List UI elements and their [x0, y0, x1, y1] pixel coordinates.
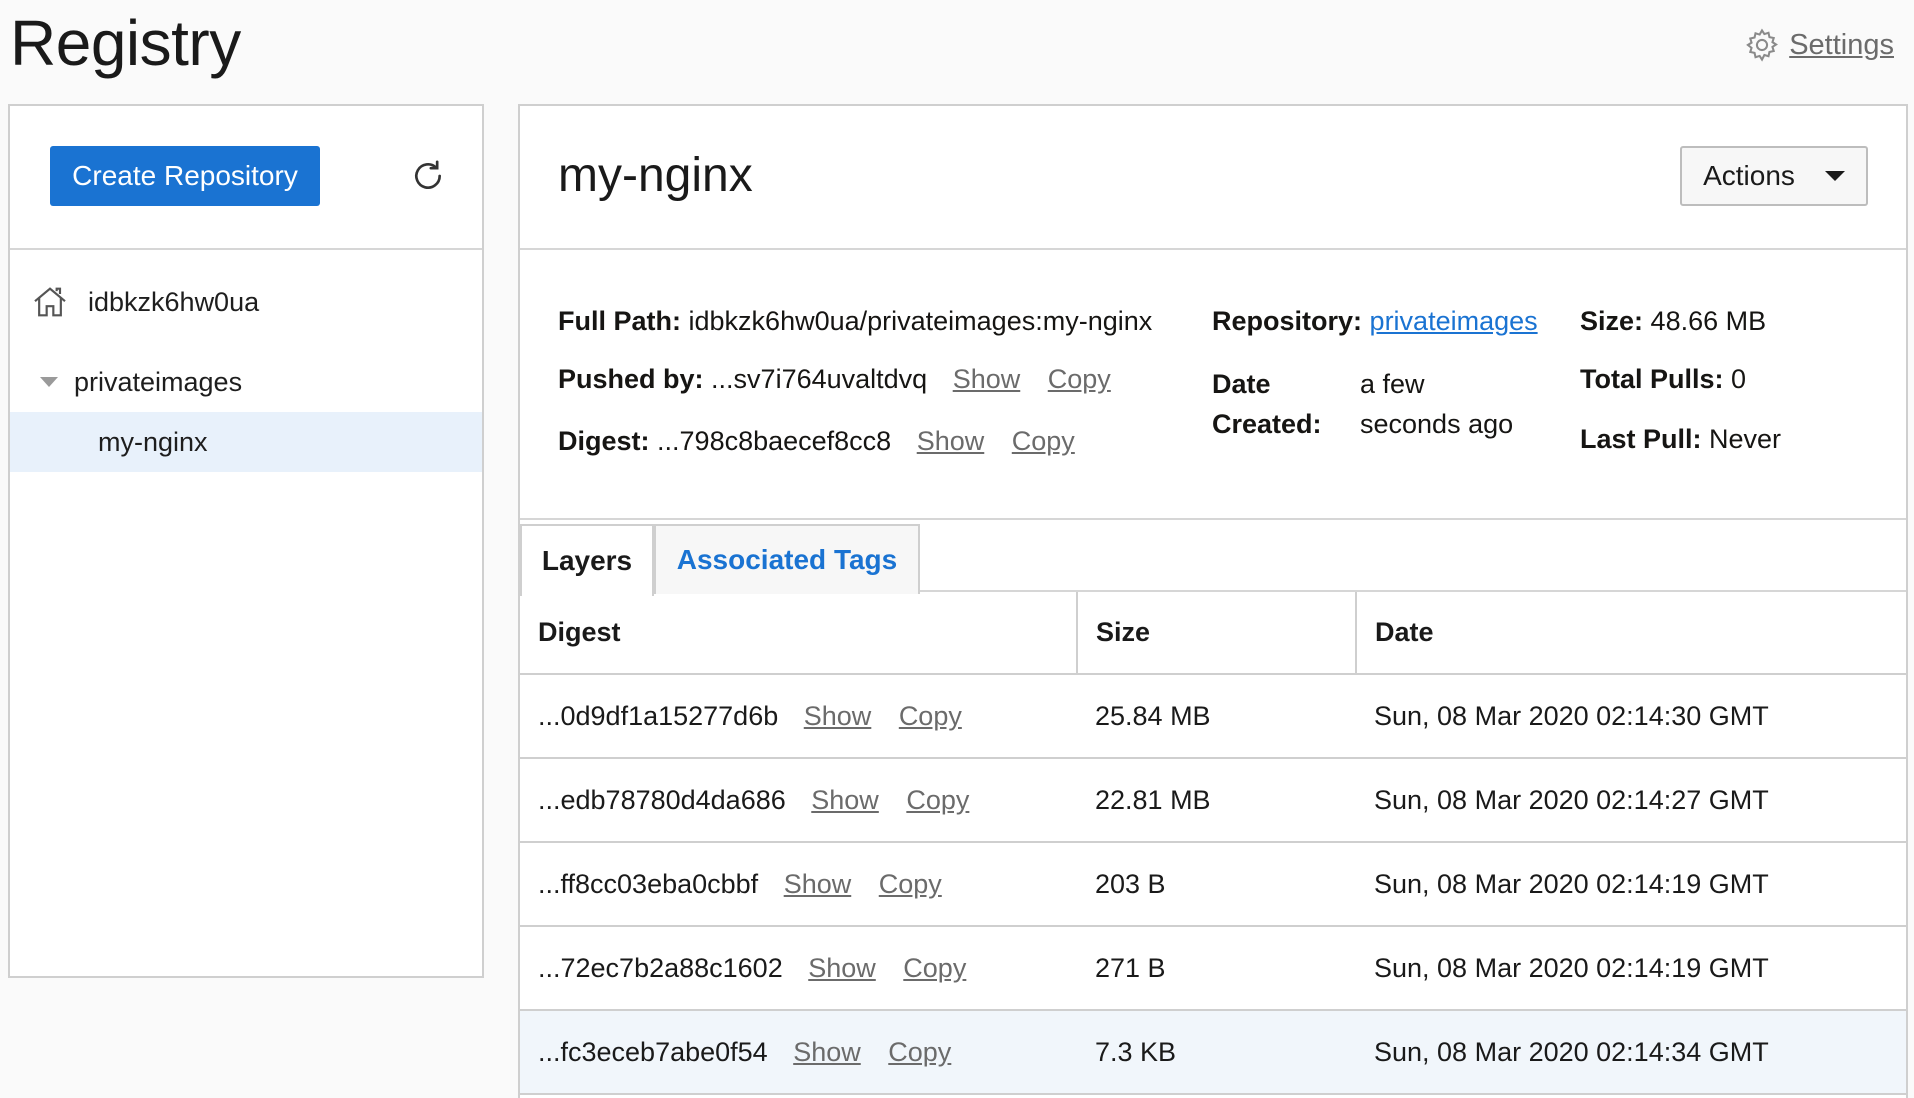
layer-copy-link[interactable]: Copy — [888, 1037, 951, 1067]
layer-show-link[interactable]: Show — [784, 869, 852, 899]
table-row: ...edb78780d4da686 Show Copy 22.81 MB Su… — [520, 758, 1906, 843]
refresh-icon[interactable] — [408, 156, 448, 196]
layer-size-cell: 7.3 KB — [1077, 1010, 1356, 1095]
table-row: ...72ec7b2a88c1602 Show Copy 271 B Sun, … — [520, 926, 1906, 1011]
layer-size-cell: 25.84 MB — [1077, 674, 1356, 759]
home-icon — [34, 287, 66, 317]
repository-link[interactable]: privateimages — [1370, 306, 1538, 336]
layer-show-link[interactable]: Show — [811, 785, 879, 815]
repository-field: Repository: privateimages — [1212, 306, 1538, 336]
tree-leaf-label: my-nginx — [98, 426, 208, 457]
digest-value: ...798c8baecef8cc8 — [657, 426, 892, 456]
total-pulls-value: 0 — [1731, 364, 1747, 394]
column-header-size[interactable]: Size — [1077, 592, 1357, 675]
digest-field: Digest: ...798c8baecef8cc8 Show Copy — [558, 426, 1075, 456]
total-pulls-field: Total Pulls: 0 — [1580, 364, 1747, 394]
tree-root-label: idbkzk6hw0ua — [88, 286, 260, 317]
create-repository-button[interactable]: Create Repository — [50, 146, 320, 206]
tree-folder-label: privateimages — [74, 366, 243, 397]
sidebar-toolbar: Create Repository — [10, 106, 482, 250]
gear-icon — [1746, 28, 1779, 62]
column-header-digest[interactable]: Digest — [520, 592, 1078, 675]
layer-size-cell: 271 B — [1077, 926, 1356, 1011]
repository-detail: my-nginx Actions Full Path: idbkzk6hw0ua… — [518, 104, 1908, 1098]
pushed-by-copy-link[interactable]: Copy — [1048, 364, 1111, 394]
layer-digest-cell: ...edb78780d4da686 Show Copy — [520, 758, 1077, 843]
last-pull-field: Last Pull: Never — [1580, 424, 1782, 454]
detail-tabs: Layers Associated Tags — [520, 520, 1906, 596]
repository-title: my-nginx — [558, 149, 753, 202]
layer-date-cell: Sun, 08 Mar 2020 02:14:34 GMT — [1356, 1010, 1906, 1095]
full-path-value: idbkzk6hw0ua/privateimages:my-nginx — [688, 306, 1153, 336]
repository-sidebar: Create Repository idbkzk6hw0ua privateim… — [8, 104, 484, 978]
table-row: ...fc3eceb7abe0f54 Show Copy 7.3 KB Sun,… — [520, 1010, 1906, 1095]
table-row: ...0d9df1a15277d6b Show Copy 25.84 MB Su… — [520, 674, 1906, 759]
settings-link[interactable]: Settings — [1743, 26, 1894, 64]
table-row: ...ff8cc03eba0cbbf Show Copy 203 B Sun, … — [520, 842, 1906, 927]
full-path-field: Full Path: idbkzk6hw0ua/privateimages:my… — [558, 306, 1153, 336]
layer-date-cell: Sun, 08 Mar 2020 02:14:30 GMT — [1356, 674, 1906, 759]
tree-item-privateimages[interactable]: privateimages — [10, 352, 482, 412]
layer-show-link[interactable]: Show — [808, 953, 876, 983]
size-field: Size: 48.66 MB — [1580, 306, 1767, 336]
layer-copy-link[interactable]: Copy — [899, 701, 962, 731]
repository-tree: idbkzk6hw0ua privateimages my-nginx — [10, 250, 482, 472]
date-created-label: Date Created: — [1212, 369, 1322, 439]
pushed-by-show-link[interactable]: Show — [953, 364, 1021, 394]
tab-layers[interactable]: Layers — [520, 524, 654, 596]
digest-copy-link[interactable]: Copy — [1012, 426, 1075, 456]
tab-associated-tags[interactable]: Associated Tags — [654, 524, 920, 594]
caret-down-icon — [1824, 171, 1845, 181]
detail-header: my-nginx Actions — [520, 106, 1906, 250]
table-header-row: Digest Size Date — [520, 592, 1906, 675]
settings-label[interactable]: Settings — [1789, 29, 1894, 62]
layer-digest-cell: ...72ec7b2a88c1602 Show Copy — [520, 926, 1077, 1011]
page-title: Registry — [10, 7, 241, 79]
caret-down-icon[interactable] — [40, 377, 58, 387]
layer-copy-link[interactable]: Copy — [906, 785, 969, 815]
repository-info: Full Path: idbkzk6hw0ua/privateimages:my… — [520, 250, 1906, 520]
actions-dropdown-button[interactable]: Actions — [1680, 146, 1868, 206]
pushed-by-value: ...sv7i764uvaltdvq — [711, 364, 928, 394]
layer-show-link[interactable]: Show — [804, 701, 872, 731]
layer-size-cell: 22.81 MB — [1077, 758, 1356, 843]
date-created-value: a few seconds ago — [1360, 369, 1514, 439]
layer-size-cell: 203 B — [1077, 842, 1356, 927]
layer-digest-cell: ...ff8cc03eba0cbbf Show Copy — [520, 842, 1077, 927]
last-pull-value: Never — [1709, 424, 1782, 454]
actions-label: Actions — [1703, 160, 1795, 191]
tree-item-compartment[interactable]: idbkzk6hw0ua — [10, 272, 482, 332]
layer-copy-link[interactable]: Copy — [903, 953, 966, 983]
size-value: 48.66 MB — [1650, 306, 1767, 336]
layer-date-cell: Sun, 08 Mar 2020 02:14:27 GMT — [1356, 758, 1906, 843]
layer-show-link[interactable]: Show — [793, 1037, 861, 1067]
tree-item-my-nginx[interactable]: my-nginx — [10, 412, 482, 472]
layers-table: Digest Size Date ...0d9df1a15277d6b Show… — [520, 592, 1906, 1095]
layer-date-cell: Sun, 08 Mar 2020 02:14:19 GMT — [1356, 842, 1906, 927]
layer-copy-link[interactable]: Copy — [879, 869, 942, 899]
layer-digest-cell: ...fc3eceb7abe0f54 Show Copy — [520, 1010, 1077, 1095]
pushed-by-field: Pushed by: ...sv7i764uvaltdvq Show Copy — [558, 364, 1111, 394]
column-header-date[interactable]: Date — [1356, 592, 1906, 675]
digest-show-link[interactable]: Show — [917, 426, 985, 456]
layer-date-cell: Sun, 08 Mar 2020 02:14:19 GMT — [1356, 926, 1906, 1011]
layer-digest-cell: ...0d9df1a15277d6b Show Copy — [520, 674, 1077, 759]
